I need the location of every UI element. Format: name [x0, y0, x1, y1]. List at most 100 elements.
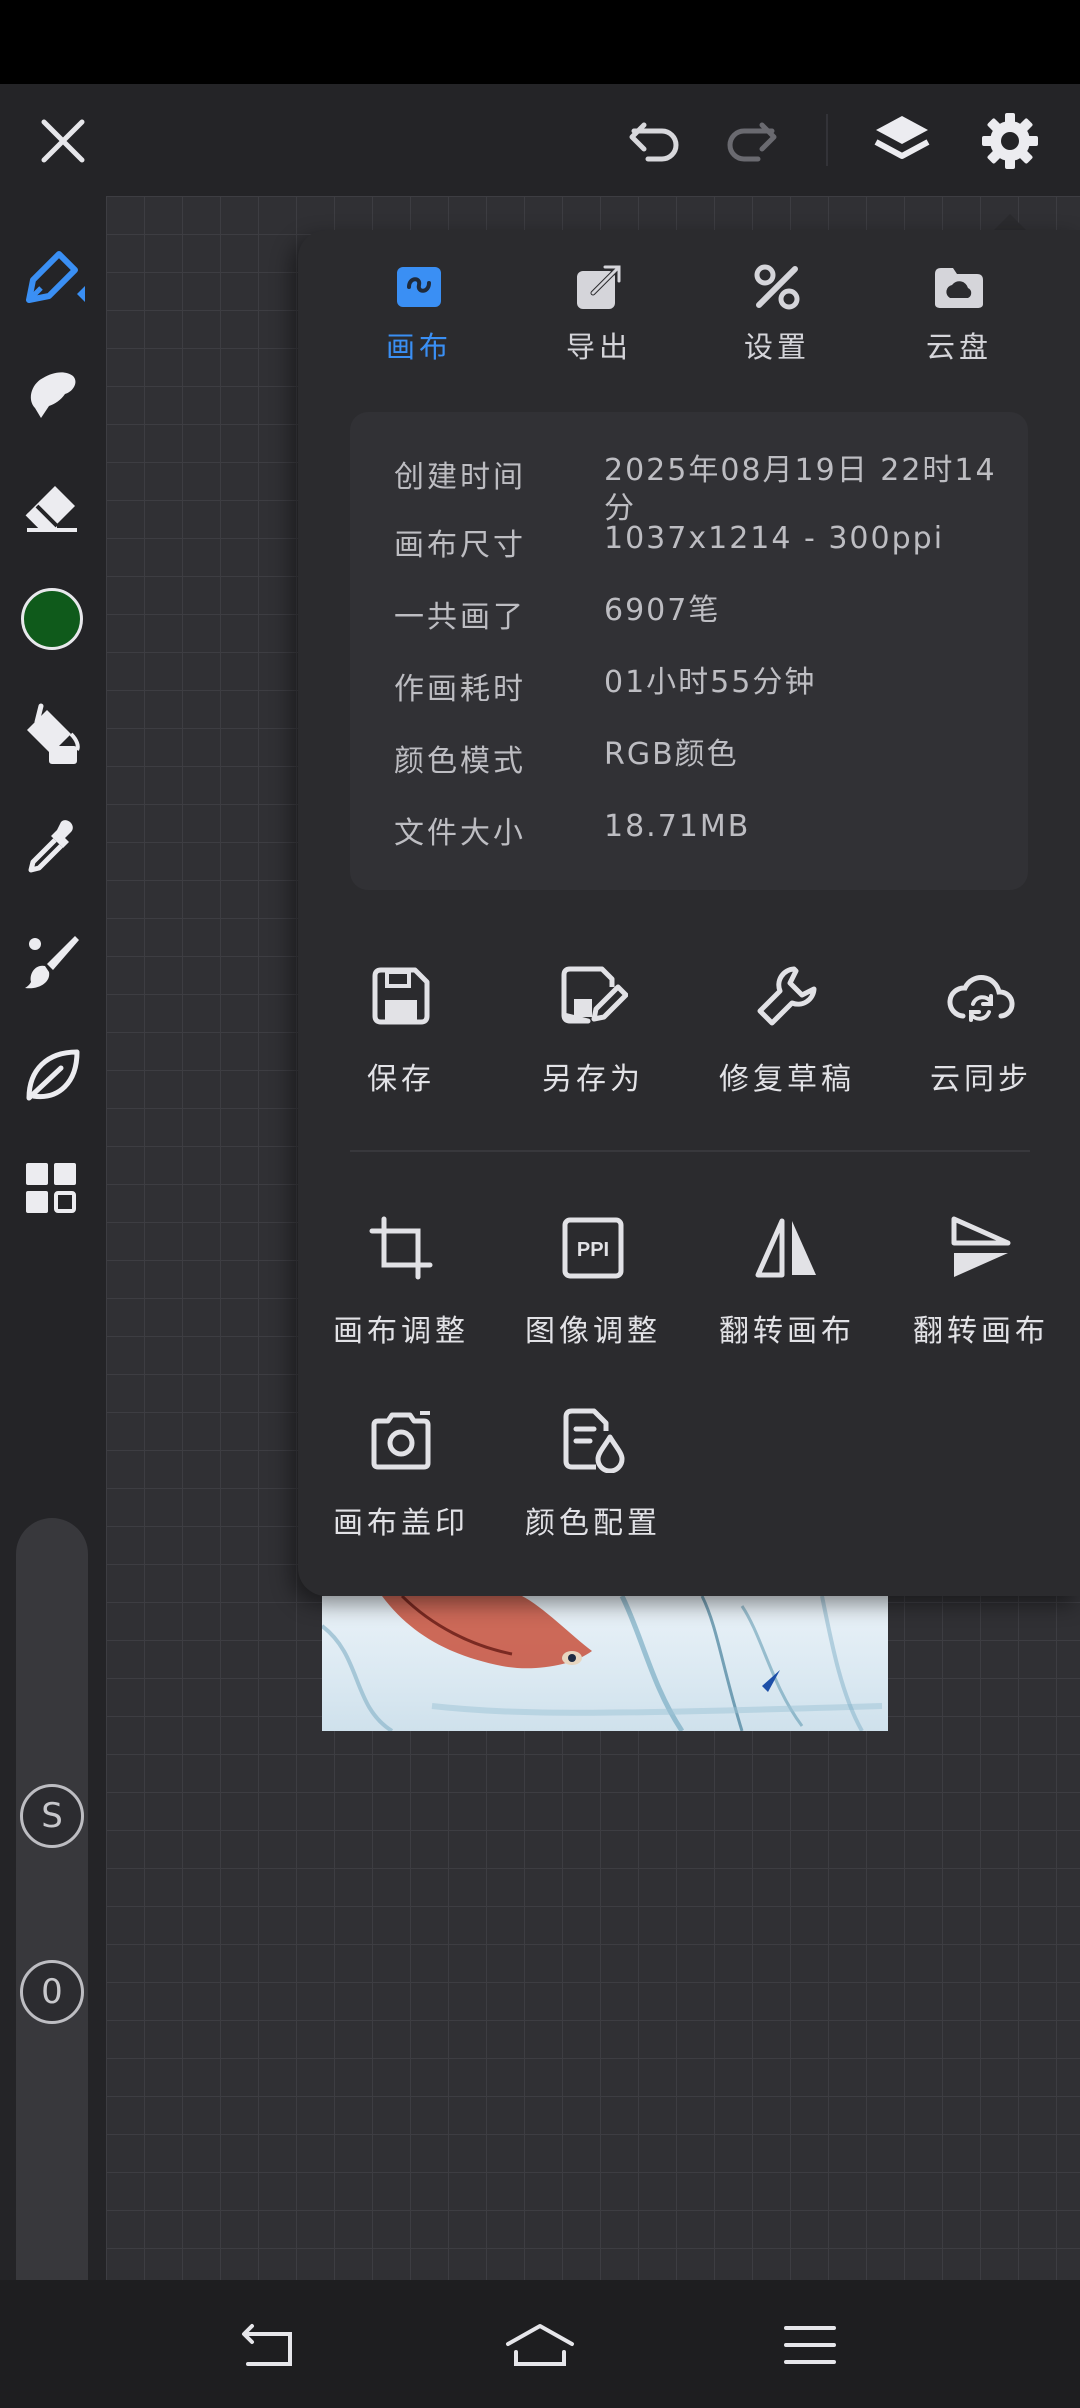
- flip-vertical-label: 翻转画布: [913, 1314, 1049, 1349]
- size-slider-knob[interactable]: S: [20, 1784, 84, 1848]
- close-button[interactable]: [30, 108, 96, 174]
- undo-button[interactable]: [620, 108, 690, 174]
- repair-draft-label: 修复草稿: [719, 1062, 855, 1097]
- toolbar-divider: [826, 114, 828, 166]
- layers-button[interactable]: [866, 106, 938, 176]
- leaf-tool[interactable]: [13, 1036, 91, 1114]
- side-toolbar: S 0: [0, 196, 106, 2336]
- tools-icon: [754, 264, 800, 310]
- info-label: 作画耗时: [394, 672, 526, 707]
- nav-home-button[interactable]: [500, 2310, 580, 2380]
- home-icon: [506, 2324, 574, 2366]
- tab-settings[interactable]: 设置: [702, 260, 852, 380]
- eraser-tool[interactable]: [13, 466, 91, 544]
- color-profile-button[interactable]: 颜色配置: [498, 1400, 688, 1550]
- repair-draft-button[interactable]: 修复草稿: [692, 956, 882, 1106]
- menu-icon: [784, 2326, 836, 2364]
- size-knob-label: S: [41, 1796, 63, 1836]
- redo-icon: [727, 122, 777, 162]
- paint-brush-icon: [25, 936, 79, 989]
- eraser-icon: [25, 486, 77, 532]
- save-as-button[interactable]: 另存为: [498, 956, 688, 1106]
- status-bar: [0, 0, 1080, 84]
- save-as-icon: [561, 966, 628, 1024]
- flip-horizontal-icon: [755, 1218, 816, 1278]
- redo-button[interactable]: [716, 108, 786, 174]
- tab-cloud-label: 云盘: [925, 330, 992, 364]
- canvas-stamp-label: 画布盖印: [333, 1506, 469, 1541]
- save-button[interactable]: 保存: [306, 956, 496, 1106]
- crop-icon: [369, 1216, 433, 1280]
- opacity-knob-label: 0: [41, 1972, 63, 2012]
- system-nav-bar: [0, 2280, 1080, 2408]
- current-color-swatch: [21, 588, 83, 650]
- actions-divider: [350, 1150, 1030, 1152]
- smudge-tool[interactable]: [13, 352, 91, 430]
- tab-export-label: 导出: [565, 330, 632, 364]
- cloud-drive-icon: [935, 268, 983, 308]
- cloud-sync-icon: [947, 975, 1015, 1022]
- canvas-info-card: 创建时间 2025年08月19日 22时14分 画布尺寸 1037x1214 -…: [350, 412, 1028, 890]
- canvas-adjust-button[interactable]: 画布调整: [306, 1208, 496, 1358]
- wrench-icon: [757, 966, 817, 1026]
- info-value: 01小时55分钟: [604, 665, 817, 700]
- tab-canvas[interactable]: 画布: [344, 260, 494, 380]
- canvas-info-popup: 画布 导出 设置 云盘 创建时间 2025年08月19日 22时14分 画布尺寸…: [298, 230, 1080, 1596]
- paint-bucket-icon: [27, 703, 80, 764]
- fill-tool[interactable]: [13, 694, 91, 772]
- image-adjust-label: 图像调整: [525, 1314, 661, 1349]
- paint-brush-tool[interactable]: [13, 922, 91, 1000]
- flip-vertical-icon: [951, 1216, 1011, 1277]
- tab-settings-label: 设置: [743, 330, 810, 364]
- popup-arrow: [994, 214, 1026, 230]
- tab-export[interactable]: 导出: [524, 260, 674, 380]
- cloud-sync-label: 云同步: [930, 1062, 1032, 1097]
- artwork-preview: [322, 1596, 888, 1731]
- color-profile-label: 颜色配置: [525, 1506, 661, 1541]
- pen-icon: [26, 251, 85, 303]
- opacity-slider-knob[interactable]: 0: [20, 1960, 84, 2024]
- undo-icon: [629, 122, 679, 162]
- layers-icon: [874, 116, 930, 159]
- flip-horizontal-label: 翻转画布: [719, 1314, 855, 1349]
- info-label: 创建时间: [394, 460, 526, 495]
- cloud-sync-button[interactable]: 云同步: [886, 956, 1076, 1106]
- info-value: 6907笔: [604, 593, 721, 628]
- info-value: 18.71MB: [604, 809, 751, 844]
- grid-icon: [26, 1163, 76, 1213]
- tab-cloud[interactable]: 云盘: [884, 260, 1034, 380]
- save-as-label: 另存为: [542, 1062, 644, 1097]
- size-opacity-slider[interactable]: S 0: [16, 1518, 88, 2336]
- camera-icon: [371, 1411, 431, 1470]
- settings-button[interactable]: [974, 106, 1046, 176]
- info-value: RGB颜色: [604, 737, 739, 772]
- info-label: 一共画了: [394, 600, 526, 635]
- export-icon: [577, 264, 622, 309]
- eyedropper-tool[interactable]: [13, 808, 91, 886]
- save-label: 保存: [367, 1062, 435, 1097]
- canvas-tab-icon: [397, 267, 441, 307]
- color-profile-icon: [563, 1408, 625, 1473]
- grid-tool[interactable]: [13, 1150, 91, 1228]
- canvas-adjust-label: 画布调整: [333, 1314, 469, 1349]
- top-toolbar: [0, 84, 1080, 196]
- color-picker[interactable]: [13, 580, 91, 658]
- info-label: 文件大小: [394, 816, 526, 851]
- close-icon: [41, 119, 85, 163]
- image-adjust-button[interactable]: PPI 图像调整: [498, 1208, 688, 1358]
- flip-vertical-button[interactable]: 翻转画布: [886, 1208, 1076, 1358]
- flip-horizontal-button[interactable]: 翻转画布: [692, 1208, 882, 1358]
- save-icon: [372, 967, 430, 1025]
- leaf-icon: [26, 1049, 80, 1101]
- nav-back-button[interactable]: [228, 2310, 308, 2380]
- info-value: 2025年08月19日 22时14分: [604, 453, 997, 526]
- nav-menu-button[interactable]: [770, 2310, 850, 2380]
- back-icon: [242, 2324, 292, 2366]
- artwork-image: [322, 1596, 883, 1731]
- info-label: 颜色模式: [394, 744, 526, 779]
- brush-tool[interactable]: [13, 238, 91, 316]
- canvas-stamp-button[interactable]: 画布盖印: [306, 1400, 496, 1550]
- eyedropper-icon: [28, 820, 73, 873]
- smudge-icon: [30, 372, 76, 418]
- ppi-icon: PPI: [562, 1217, 624, 1279]
